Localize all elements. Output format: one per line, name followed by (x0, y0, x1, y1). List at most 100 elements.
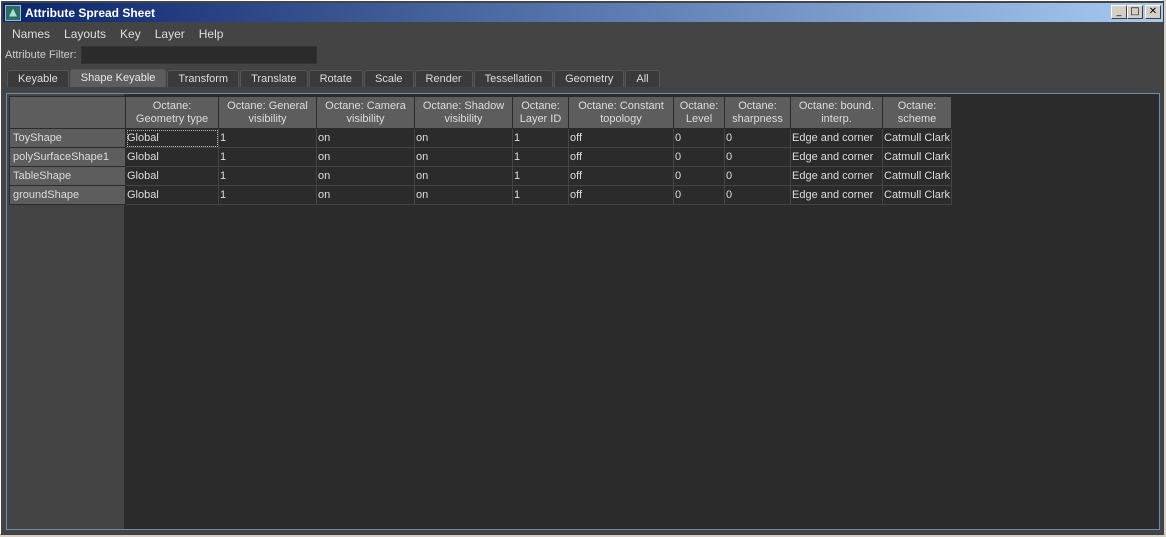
column-header[interactable]: Octane: sharpness (724, 96, 791, 129)
column-header[interactable]: Octane: Geometry type (125, 96, 219, 129)
maya-app-icon[interactable] (5, 4, 21, 21)
table-cell[interactable]: Edge and corner (790, 128, 883, 148)
row-header[interactable]: ToyShape (9, 128, 126, 148)
table-cell[interactable]: off (568, 147, 674, 167)
tab-rotate[interactable]: Rotate (308, 70, 363, 87)
table-cell[interactable]: on (414, 185, 513, 205)
table-cell[interactable]: Catmull Clark (881, 147, 953, 167)
tab-render[interactable]: Render (414, 70, 473, 87)
tab-scale[interactable]: Scale (363, 70, 414, 87)
table-cell[interactable]: 0 (724, 166, 791, 186)
attribute-filter-row: Attribute Filter: (5, 45, 317, 65)
close-button[interactable]: ✕ (1145, 5, 1161, 19)
tab-translate[interactable]: Translate (240, 70, 308, 87)
table-cell[interactable]: Global (125, 166, 219, 186)
table-cell[interactable]: 0 (724, 147, 791, 167)
table-cell[interactable]: Catmull Clark (881, 128, 953, 148)
table-cell[interactable]: 1 (512, 185, 569, 205)
table-cell[interactable]: Global (125, 147, 219, 167)
column-header-row: Octane: Geometry type Octane: General visib… (9, 96, 953, 129)
menu-layouts[interactable]: Layouts (57, 25, 113, 43)
column-header[interactable]: Octane: Level (673, 96, 725, 129)
attribute-filter-input[interactable] (80, 46, 317, 64)
row-header[interactable]: groundShape (9, 185, 126, 205)
table-cell[interactable]: Global (125, 185, 219, 205)
table-cell[interactable]: 1 (218, 166, 317, 186)
tab-transform[interactable]: Transform (167, 70, 240, 87)
column-header[interactable]: Octane: scheme (881, 96, 953, 129)
table-cell[interactable]: 0 (673, 147, 725, 167)
menu-help[interactable]: Help (192, 25, 231, 43)
table-cell[interactable]: on (316, 128, 415, 148)
tab-all[interactable]: All (625, 70, 660, 87)
title-bar[interactable]: Attribute Spread Sheet _ □ ✕ (3, 3, 1163, 22)
table-row: polySurfaceShape1 Global 1 on on 1 off 0 0 Edge a… (9, 147, 953, 167)
spreadsheet-grid[interactable]: Octane: Geometry type Octane: General visib… (6, 93, 1160, 530)
table-cell[interactable]: 0 (673, 128, 725, 148)
column-header[interactable]: Octane: Shadow visibility (414, 96, 513, 129)
maximize-button[interactable]: □ (1127, 5, 1143, 19)
table-cell[interactable]: on (316, 166, 415, 186)
attribute-spreadsheet-window: Attribute Spread Sheet _ □ ✕ Names Layou… (0, 0, 1164, 535)
column-header[interactable]: Octane: Layer ID (512, 96, 569, 129)
table-cell[interactable]: 0 (724, 185, 791, 205)
table-cell[interactable]: Catmull Clark (881, 166, 953, 186)
table-cell[interactable]: 1 (218, 128, 317, 148)
column-header-line: visibility (248, 112, 287, 125)
column-header-line: Octane: (521, 99, 560, 112)
table-cell[interactable]: 1 (512, 147, 569, 167)
table-cell[interactable]: off (568, 128, 674, 148)
table-cell[interactable]: 1 (512, 166, 569, 186)
table-cell[interactable]: on (316, 185, 415, 205)
table-cell[interactable]: 0 (673, 185, 725, 205)
table-cell[interactable]: 0 (673, 166, 725, 186)
column-header-line: Level (685, 112, 713, 125)
table-cell[interactable]: 1 (218, 185, 317, 205)
table-cell[interactable]: 1 (512, 128, 569, 148)
menu-key[interactable]: Key (113, 25, 148, 43)
column-header-line: Octane: bound. (798, 99, 875, 112)
table-cell[interactable]: Edge and corner (790, 185, 883, 205)
menu-layer[interactable]: Layer (148, 25, 192, 43)
table-row: TableShape Global 1 on on 1 off 0 0 Edge and corn… (9, 166, 953, 186)
window-controls: _ □ ✕ (1111, 5, 1161, 19)
column-header[interactable]: Octane: Camera visibility (316, 96, 415, 129)
table-cell[interactable]: on (414, 147, 513, 167)
column-header-line: Layer ID (519, 112, 562, 125)
column-header-line: Geometry type (135, 112, 209, 125)
corner-header[interactable] (9, 96, 126, 129)
column-header-line: Octane: Shadow (422, 99, 505, 112)
column-header-line: Octane: Constant (578, 99, 664, 112)
column-header-line: topology (600, 112, 642, 125)
table-cell[interactable]: off (568, 166, 674, 186)
table-cell[interactable]: 0 (724, 128, 791, 148)
column-header-line: visibility (346, 112, 385, 125)
tab-shape-keyable[interactable]: Shape Keyable (69, 69, 167, 87)
table-cell[interactable]: 1 (218, 147, 317, 167)
table-cell[interactable]: Edge and corner (790, 147, 883, 167)
table-cell[interactable]: on (316, 147, 415, 167)
row-header[interactable]: TableShape (9, 166, 126, 186)
minimize-button[interactable]: _ (1111, 5, 1127, 19)
menu-names[interactable]: Names (5, 25, 57, 43)
column-header-line: Octane: (897, 99, 937, 112)
column-header-line: Octane: Camera (325, 99, 406, 112)
table-cell[interactable]: off (568, 185, 674, 205)
column-header-line: visibility (444, 112, 483, 125)
column-header-line: Octane: (738, 99, 777, 112)
column-header[interactable]: Octane: Constant topology (568, 96, 674, 129)
table-cell[interactable]: Catmull Clark (881, 185, 953, 205)
table-cell[interactable]: on (414, 166, 513, 186)
table-row: ToyShape Global 1 on on 1 off 0 0 Edge and corner… (9, 128, 953, 148)
table-cell[interactable]: Edge and corner (790, 166, 883, 186)
column-header-line: sharpness (732, 112, 783, 125)
column-header[interactable]: Octane: bound. interp. (790, 96, 883, 129)
column-header[interactable]: Octane: General visibility (218, 96, 317, 129)
table-cell[interactable]: Global (125, 128, 219, 148)
row-header[interactable]: polySurfaceShape1 (9, 147, 126, 167)
tab-tessellation[interactable]: Tessellation (473, 70, 554, 87)
tab-keyable[interactable]: Keyable (7, 70, 69, 87)
table-cell[interactable]: on (414, 128, 513, 148)
tab-bar: Keyable Shape Keyable Transform Translate Ro… (7, 69, 661, 88)
tab-geometry[interactable]: Geometry (554, 70, 625, 87)
